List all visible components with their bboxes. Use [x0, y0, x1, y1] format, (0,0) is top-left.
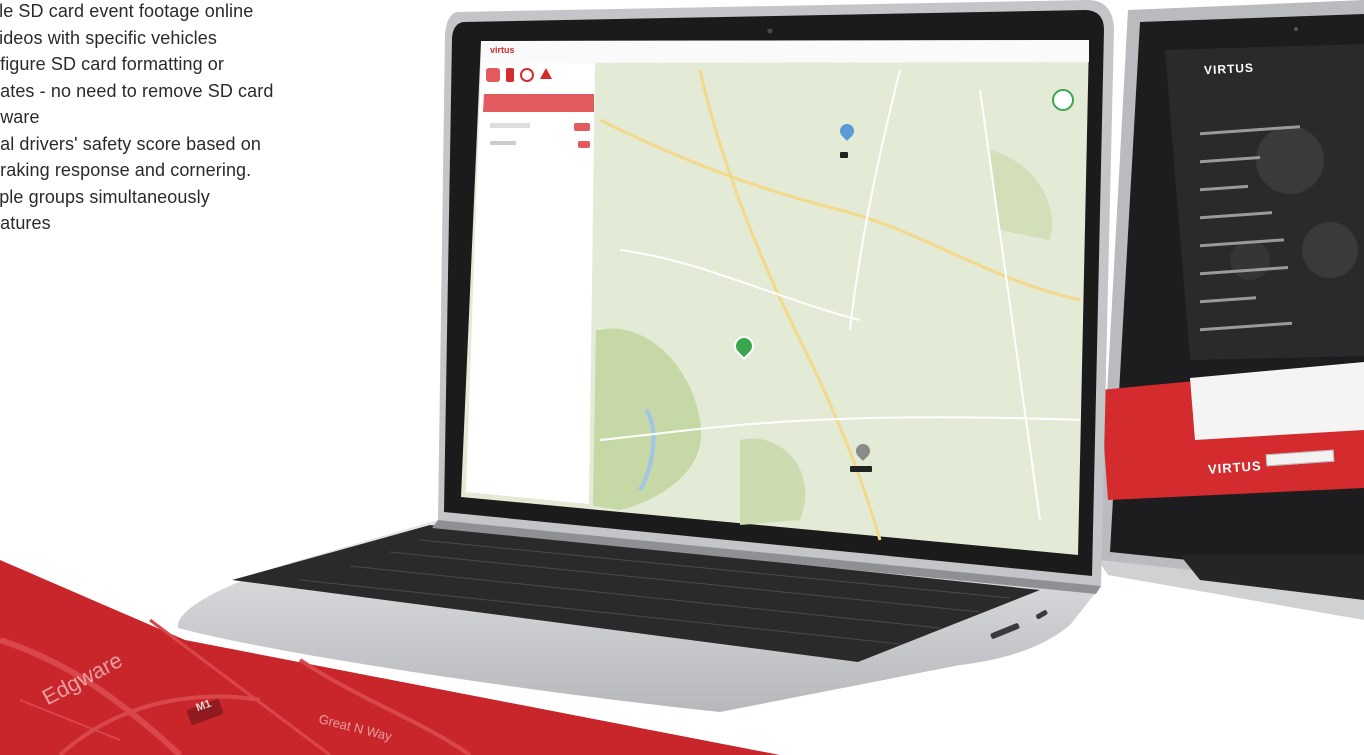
sidebar-group-label	[490, 141, 516, 145]
sidebar-search-input[interactable]	[490, 123, 530, 128]
video-icon[interactable]	[520, 68, 534, 82]
map-marker-blue-label	[840, 152, 848, 158]
map-marker-grey-label	[850, 466, 872, 472]
sidebar-group-row[interactable]	[490, 141, 590, 148]
warning-icon[interactable]	[540, 68, 552, 79]
app-menu-icons	[486, 68, 594, 90]
sidebar-search-row	[490, 123, 590, 131]
left-laptop	[177, 0, 1114, 712]
sidebar-group-toggle[interactable]	[578, 141, 590, 148]
sidebar-filter-button[interactable]	[574, 123, 590, 131]
car-icon[interactable]	[486, 68, 500, 82]
app-logo: virtus	[490, 45, 515, 55]
phone-icon[interactable]	[506, 68, 514, 82]
